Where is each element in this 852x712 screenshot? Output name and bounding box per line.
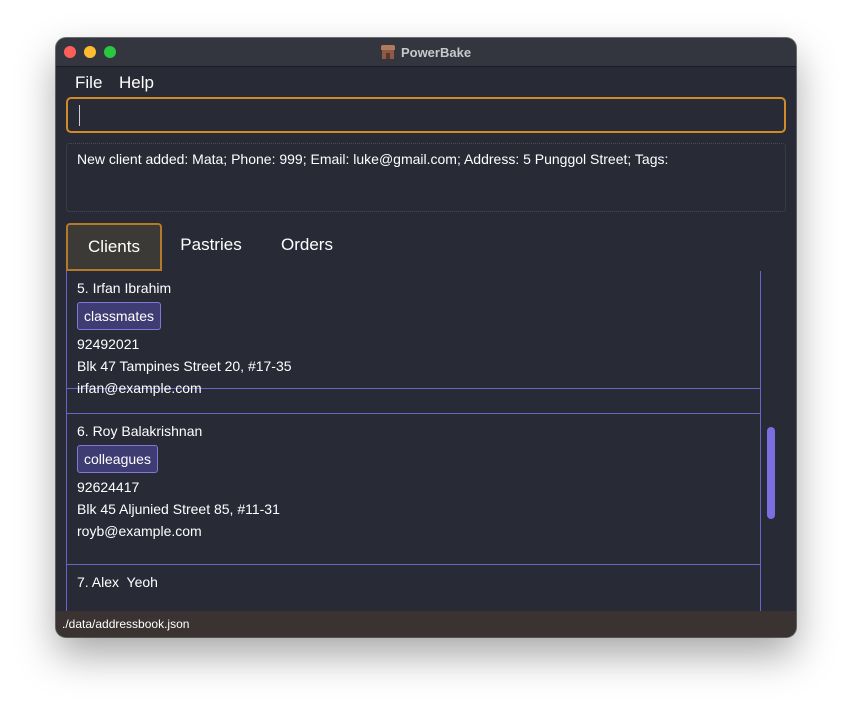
result-message: New client added: Mata; Phone: 999; Emai… xyxy=(77,151,669,167)
client-card[interactable]: 6. Roy Balakrishnan colleagues 92624417 … xyxy=(66,414,761,565)
client-card-frame xyxy=(66,271,761,414)
text-caret xyxy=(79,105,80,126)
client-phone: 92624417 xyxy=(77,479,140,495)
tab-pastries[interactable]: Pastries xyxy=(170,223,252,267)
menu-bar: File Help xyxy=(56,67,796,97)
menu-file[interactable]: File xyxy=(75,73,102,93)
data-file-path: ./data/addressbook.json xyxy=(62,617,190,631)
tab-clients[interactable]: Clients xyxy=(66,223,162,271)
client-tag: colleagues xyxy=(77,445,158,473)
client-address: Blk 45 Aljunied Street 85, #11-31 xyxy=(77,501,280,517)
title-bar[interactable]: PowerBake xyxy=(56,38,796,67)
window-title-group: PowerBake xyxy=(56,38,796,66)
menu-help[interactable]: Help xyxy=(119,73,154,93)
app-icon xyxy=(380,45,395,59)
client-email: royb@example.com xyxy=(77,523,202,539)
client-list-viewport: 6. Roy Balakrishnan colleagues 92624417 … xyxy=(66,271,784,611)
client-card[interactable]: 7. Alex Yeoh xyxy=(66,565,761,611)
client-name: 6. Roy Balakrishnan xyxy=(77,423,203,439)
status-bar: ./data/addressbook.json xyxy=(56,611,796,637)
app-window: PowerBake File Help New client added: Ma… xyxy=(56,38,796,637)
client-name: 7. Alex Yeoh xyxy=(77,574,158,590)
command-input[interactable] xyxy=(66,97,786,133)
window-title: PowerBake xyxy=(400,44,472,60)
tab-orders[interactable]: Orders xyxy=(270,223,344,267)
result-display: New client added: Mata; Phone: 999; Emai… xyxy=(66,143,786,212)
list-scrollbar[interactable] xyxy=(767,427,775,519)
